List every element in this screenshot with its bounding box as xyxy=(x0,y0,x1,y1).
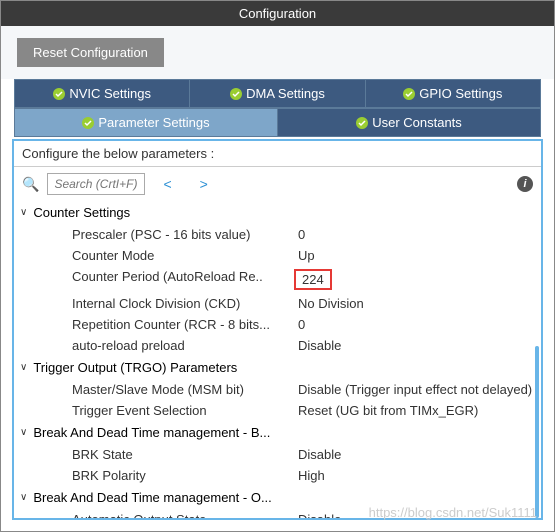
search-row: 🔍 < > i xyxy=(14,167,541,201)
param-row[interactable]: BRK PolarityHigh xyxy=(20,465,535,486)
param-row[interactable]: Counter ModeUp xyxy=(20,245,535,266)
param-value: No Division xyxy=(298,296,535,311)
group-header[interactable]: ∨ Counter Settings xyxy=(20,201,535,224)
tab-label: User Constants xyxy=(372,115,462,130)
window-title: Configuration xyxy=(1,1,554,26)
group-name: Break And Dead Time management - O... xyxy=(33,490,271,505)
param-label: auto-reload preload xyxy=(72,338,298,353)
param-row[interactable]: Master/Slave Mode (MSM bit)Disable (Trig… xyxy=(20,379,535,400)
tab-label: DMA Settings xyxy=(246,86,325,101)
param-value: Disable xyxy=(298,447,535,462)
tab-label: Parameter Settings xyxy=(98,115,209,130)
param-value: Reset (UG bit from TIMx_EGR) xyxy=(298,403,535,418)
chevron-down-icon: ∨ xyxy=(20,427,27,438)
group-header[interactable]: ∨ Trigger Output (TRGO) Parameters xyxy=(20,356,535,379)
info-icon[interactable]: i xyxy=(517,176,533,192)
chevron-down-icon: ∨ xyxy=(20,207,27,218)
config-header-text: Configure the below parameters : xyxy=(14,141,541,167)
param-label: Trigger Event Selection xyxy=(72,403,298,418)
group-header[interactable]: ∨ Break And Dead Time management - B... xyxy=(20,421,535,444)
parameters-list: ∨ Counter Settings Prescaler (PSC - 16 bit… xyxy=(14,201,541,518)
tab-label: NVIC Settings xyxy=(69,86,151,101)
param-row[interactable]: Counter Period (AutoReload Re..224 xyxy=(20,266,535,293)
tab-nvic-settings[interactable]: NVIC Settings xyxy=(15,80,190,107)
check-icon xyxy=(403,88,415,100)
param-row[interactable]: Automatic Output StateDisable xyxy=(20,509,535,518)
check-icon xyxy=(82,117,94,129)
group-header[interactable]: ∨ Break And Dead Time management - O... xyxy=(20,486,535,509)
tab-gpio-settings[interactable]: GPIO Settings xyxy=(366,80,540,107)
param-label: Repetition Counter (RCR - 8 bits... xyxy=(72,317,298,332)
param-value: 0 xyxy=(298,227,535,242)
param-value: 0 xyxy=(298,317,535,332)
tab-dma-settings[interactable]: DMA Settings xyxy=(190,80,365,107)
param-row[interactable]: Repetition Counter (RCR - 8 bits...0 xyxy=(20,314,535,335)
param-label: Automatic Output State xyxy=(72,512,298,518)
content-panel: Configure the below parameters : 🔍 < > i… xyxy=(12,139,543,520)
param-label: Internal Clock Division (CKD) xyxy=(72,296,298,311)
tab-label: GPIO Settings xyxy=(419,86,502,101)
param-label: Master/Slave Mode (MSM bit) xyxy=(72,382,298,397)
param-row[interactable]: Prescaler (PSC - 16 bits value)0 xyxy=(20,224,535,245)
param-row[interactable]: auto-reload preloadDisable xyxy=(20,335,535,356)
param-label: BRK State xyxy=(72,447,298,462)
search-icon: 🔍 xyxy=(22,176,39,193)
tabs-row-2: Parameter Settings User Constants xyxy=(14,108,541,137)
param-row[interactable]: Trigger Event SelectionReset (UG bit fro… xyxy=(20,400,535,421)
prev-icon[interactable]: < xyxy=(153,176,181,192)
group-name: Break And Dead Time management - B... xyxy=(33,425,270,440)
chevron-down-icon: ∨ xyxy=(20,362,27,373)
toolbar: Reset Configuration xyxy=(1,26,554,79)
tab-user-constants[interactable]: User Constants xyxy=(278,109,540,136)
check-icon xyxy=(230,88,242,100)
check-icon xyxy=(53,88,65,100)
param-label: Counter Mode xyxy=(72,248,298,263)
param-row[interactable]: BRK StateDisable xyxy=(20,444,535,465)
param-label: Counter Period (AutoReload Re.. xyxy=(72,269,298,290)
param-label: Prescaler (PSC - 16 bits value) xyxy=(72,227,298,242)
scrollbar[interactable] xyxy=(535,346,539,518)
chevron-down-icon: ∨ xyxy=(20,492,27,503)
group-name: Trigger Output (TRGO) Parameters xyxy=(33,360,237,375)
param-value: High xyxy=(298,468,535,483)
next-icon[interactable]: > xyxy=(190,176,218,192)
check-icon xyxy=(356,117,368,129)
param-value: Up xyxy=(298,248,535,263)
param-value: 224 xyxy=(298,269,535,290)
search-input[interactable] xyxy=(47,173,145,195)
reset-configuration-button[interactable]: Reset Configuration xyxy=(17,38,164,67)
param-label: BRK Polarity xyxy=(72,468,298,483)
param-row[interactable]: Internal Clock Division (CKD)No Division xyxy=(20,293,535,314)
tab-parameter-settings[interactable]: Parameter Settings xyxy=(15,109,278,136)
highlighted-value: 224 xyxy=(294,269,332,290)
tabs-row-1: NVIC Settings DMA Settings GPIO Settings xyxy=(14,79,541,108)
group-name: Counter Settings xyxy=(33,205,130,220)
param-value: Disable xyxy=(298,512,535,518)
param-value: Disable (Trigger input effect not delaye… xyxy=(298,382,535,397)
param-value: Disable xyxy=(298,338,535,353)
